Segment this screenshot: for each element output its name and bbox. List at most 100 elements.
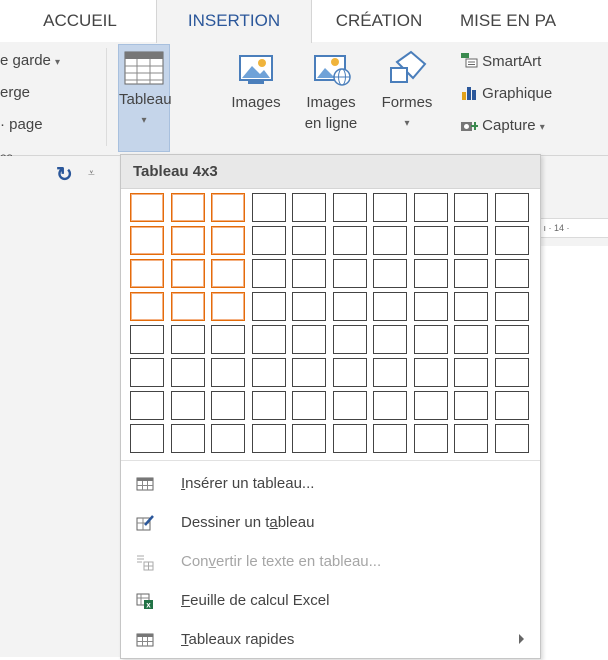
grid-cell[interactable]	[211, 292, 245, 321]
grid-cell[interactable]	[292, 391, 326, 420]
grid-cell[interactable]	[494, 325, 529, 354]
grid-cell[interactable]	[130, 391, 164, 420]
grid-cell[interactable]	[373, 226, 407, 255]
grid-cell[interactable]	[251, 226, 286, 255]
grid-cell[interactable]	[211, 424, 245, 453]
grid-cell[interactable]	[413, 226, 448, 255]
grid-cell[interactable]	[211, 325, 245, 354]
grid-cell[interactable]	[413, 391, 448, 420]
tab-mise-en-page[interactable]: MISE EN PA	[460, 0, 608, 42]
grid-cell[interactable]	[130, 226, 164, 255]
grid-cell[interactable]	[332, 259, 367, 288]
grid-cell[interactable]	[413, 358, 448, 387]
grid-cell[interactable]	[170, 259, 205, 288]
page-break-button[interactable]: · page	[0, 116, 43, 133]
grid-cell[interactable]	[454, 193, 488, 222]
grid-cell[interactable]	[211, 226, 245, 255]
grid-cell[interactable]	[494, 193, 529, 222]
grid-cell[interactable]	[170, 424, 205, 453]
menu-excel-sheet[interactable]: x Feuille de calcul Excel	[121, 581, 540, 621]
grid-cell[interactable]	[373, 325, 407, 354]
grid-cell[interactable]	[292, 325, 326, 354]
chart-button[interactable]: Graphique	[460, 84, 552, 102]
grid-cell[interactable]	[251, 391, 286, 420]
grid-cell[interactable]	[130, 292, 164, 321]
grid-cell[interactable]	[292, 292, 326, 321]
grid-cell[interactable]	[130, 424, 164, 453]
grid-cell[interactable]	[494, 292, 529, 321]
grid-cell[interactable]	[130, 325, 164, 354]
grid-cell[interactable]	[373, 292, 407, 321]
tab-insertion[interactable]: INSERTION	[156, 0, 312, 43]
tab-creation[interactable]: CRÉATION	[322, 0, 436, 42]
grid-cell[interactable]	[454, 292, 488, 321]
grid-cell[interactable]	[413, 292, 448, 321]
grid-cell[interactable]	[373, 193, 407, 222]
grid-cell[interactable]	[292, 259, 326, 288]
menu-insert-table[interactable]: Insérer un tableau...	[121, 464, 540, 504]
customize-toolbar-icon[interactable]: ⩡	[88, 166, 95, 181]
menu-draw-table[interactable]: Dessiner un tableau	[121, 503, 540, 543]
online-images-button[interactable]: Images en ligne	[296, 46, 366, 134]
grid-cell[interactable]	[373, 358, 407, 387]
grid-cell[interactable]	[170, 358, 205, 387]
grid-cell[interactable]	[332, 358, 367, 387]
grid-cell[interactable]	[170, 325, 205, 354]
grid-cell[interactable]	[251, 325, 286, 354]
grid-cell[interactable]	[170, 193, 205, 222]
grid-cell[interactable]	[211, 193, 245, 222]
grid-cell[interactable]	[130, 358, 164, 387]
grid-cell[interactable]	[251, 193, 286, 222]
grid-cell[interactable]	[413, 259, 448, 288]
menu-quick-tables[interactable]: Tableaux rapides	[121, 620, 540, 660]
grid-cell[interactable]	[170, 391, 205, 420]
blank-page-button[interactable]: erge	[0, 84, 30, 101]
grid-cell[interactable]	[332, 292, 367, 321]
redo-icon[interactable]: ↻	[56, 162, 73, 187]
grid-cell[interactable]	[292, 358, 326, 387]
grid-cell[interactable]	[251, 259, 286, 288]
grid-cell[interactable]	[454, 358, 488, 387]
grid-cell[interactable]	[332, 226, 367, 255]
grid-cell[interactable]	[494, 424, 529, 453]
grid-cell[interactable]	[454, 226, 488, 255]
table-button[interactable]: Tableau ▾	[118, 44, 172, 152]
images-button[interactable]: Images	[220, 46, 292, 113]
grid-cell[interactable]	[251, 424, 286, 453]
smartart-button[interactable]: SmartArt	[460, 52, 541, 70]
grid-cell[interactable]	[373, 391, 407, 420]
grid-cell[interactable]	[292, 226, 326, 255]
grid-cell[interactable]	[332, 325, 367, 354]
grid-cell[interactable]	[332, 193, 367, 222]
grid-cell[interactable]	[454, 424, 488, 453]
grid-cell[interactable]	[413, 193, 448, 222]
grid-cell[interactable]	[413, 424, 448, 453]
grid-cell[interactable]	[292, 424, 326, 453]
grid-cell[interactable]	[211, 358, 245, 387]
grid-cell[interactable]	[292, 193, 326, 222]
grid-cell[interactable]	[332, 391, 367, 420]
document-page[interactable]	[538, 246, 608, 657]
grid-cell[interactable]	[494, 358, 529, 387]
grid-cell[interactable]	[211, 259, 245, 288]
grid-cell[interactable]	[251, 358, 286, 387]
grid-cell[interactable]	[454, 325, 488, 354]
capture-button[interactable]: Capture ▾	[460, 116, 545, 134]
grid-cell[interactable]	[251, 292, 286, 321]
grid-cell[interactable]	[130, 259, 164, 288]
grid-cell[interactable]	[454, 259, 488, 288]
grid-cell[interactable]	[373, 259, 407, 288]
grid-cell[interactable]	[170, 292, 205, 321]
grid-cell[interactable]	[373, 424, 407, 453]
tab-accueil[interactable]: ACCUEIL	[28, 0, 132, 42]
grid-cell[interactable]	[413, 325, 448, 354]
grid-cell[interactable]	[170, 226, 205, 255]
grid-cell[interactable]	[332, 424, 367, 453]
grid-cell[interactable]	[130, 193, 164, 222]
grid-cell[interactable]	[211, 391, 245, 420]
cover-page-button[interactable]: e garde ▾	[0, 52, 60, 69]
grid-cell[interactable]	[494, 226, 529, 255]
grid-cell[interactable]	[494, 391, 529, 420]
shapes-button[interactable]: Formes ▾	[374, 46, 440, 134]
grid-cell[interactable]	[494, 259, 529, 288]
